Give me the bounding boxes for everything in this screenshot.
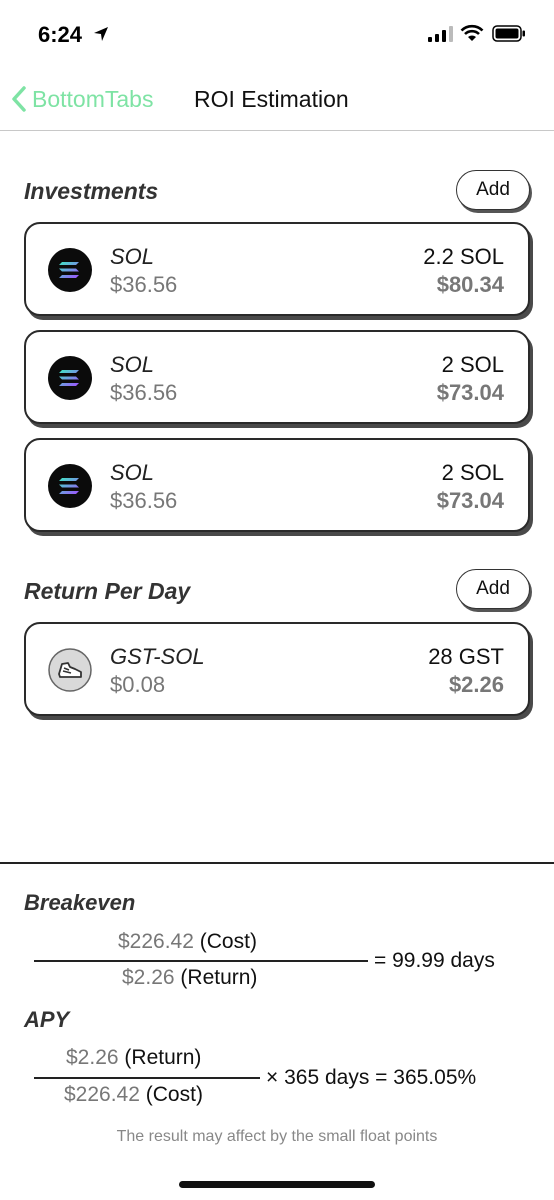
investments-title: Investments [24, 178, 159, 204]
breakeven-fraction-line [34, 960, 368, 962]
investment-card[interactable]: SOL $36.56 2 SOL $73.04 [24, 330, 530, 424]
home-indicator[interactable] [179, 1181, 375, 1188]
token-name: SOL [110, 244, 155, 269]
navigation-bar: BottomTabs ROI Estimation [0, 70, 554, 131]
token-amount: 2 SOL [441, 352, 504, 377]
back-button[interactable]: BottomTabs [10, 84, 153, 114]
location-arrow-icon [94, 27, 108, 41]
solana-icon [48, 356, 92, 400]
token-amount: 2.2 SOL [423, 244, 504, 269]
breakeven-title: Breakeven [24, 890, 136, 915]
token-value: $73.04 [436, 380, 504, 405]
return-per-day-title: Return Per Day [24, 578, 191, 604]
apy-cost-value: $226.42 [64, 1083, 140, 1106]
add-investment-button[interactable]: Add [456, 170, 530, 210]
add-return-button[interactable]: Add [456, 569, 530, 609]
apy-return-value: $2.26 [66, 1046, 119, 1069]
breakeven-return-label: (Return) [180, 966, 258, 989]
token-name: SOL [110, 460, 155, 485]
token-value: $80.34 [436, 272, 504, 297]
back-button-label: BottomTabs [32, 85, 154, 112]
apy-numerator: $2.26 (Return) [66, 1046, 201, 1070]
float-note: The result may affect by the small float… [116, 1128, 438, 1145]
battery-icon [492, 25, 525, 42]
gst-shoe-icon [48, 648, 92, 692]
investment-card[interactable]: SOL $36.56 2.2 SOL $80.34 [24, 222, 530, 316]
token-value: $2.26 [448, 672, 504, 697]
breakeven-return-value: $2.26 [122, 966, 175, 989]
cellular-signal-icon [428, 26, 453, 42]
solana-icon [48, 248, 92, 292]
chevron-left-icon [12, 86, 26, 112]
apy-result: × 365 days = 365.05% [266, 1066, 477, 1089]
token-value: $73.04 [436, 488, 504, 513]
token-name: GST-SOL [110, 644, 205, 669]
token-price: $36.56 [110, 380, 178, 405]
breakeven-numerator: $226.42 (Cost) [118, 930, 257, 954]
token-amount: 28 GST [428, 644, 504, 669]
apy-return-label: (Return) [124, 1046, 202, 1069]
token-price: $0.08 [110, 672, 166, 697]
token-price: $36.56 [110, 488, 178, 513]
token-amount: 2 SOL [441, 460, 504, 485]
wifi-icon [460, 24, 484, 41]
token-price: $36.56 [110, 272, 178, 297]
apy-fraction-line [34, 1077, 260, 1079]
status-time: 6:24 [38, 22, 83, 47]
apy-cost-label: (Cost) [145, 1083, 203, 1106]
apy-title: APY [24, 1007, 70, 1032]
status-bar: 6:24 [0, 0, 554, 70]
apy-denominator: $226.42 (Cost) [64, 1083, 203, 1107]
breakeven-cost-label: (Cost) [199, 930, 257, 953]
solana-icon [48, 464, 92, 508]
token-name: SOL [110, 352, 155, 377]
breakeven-cost-value: $226.42 [118, 930, 194, 953]
return-card[interactable]: GST-SOL $0.08 28 GST $2.26 [24, 622, 530, 716]
page-title: ROI Estimation [194, 86, 349, 112]
breakeven-denominator: $2.26 (Return) [122, 966, 257, 990]
investment-card[interactable]: SOL $36.56 2 SOL $73.04 [24, 438, 530, 532]
breakeven-result: = 99.99 days [374, 949, 495, 972]
summary-divider [0, 862, 554, 864]
